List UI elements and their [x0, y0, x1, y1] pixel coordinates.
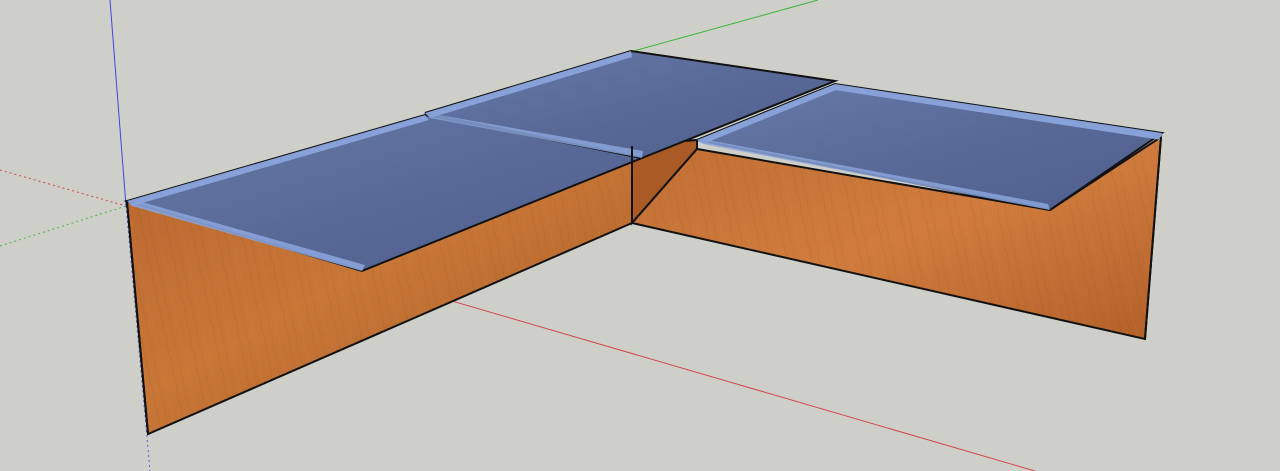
3d-viewport[interactable]	[0, 0, 1280, 471]
